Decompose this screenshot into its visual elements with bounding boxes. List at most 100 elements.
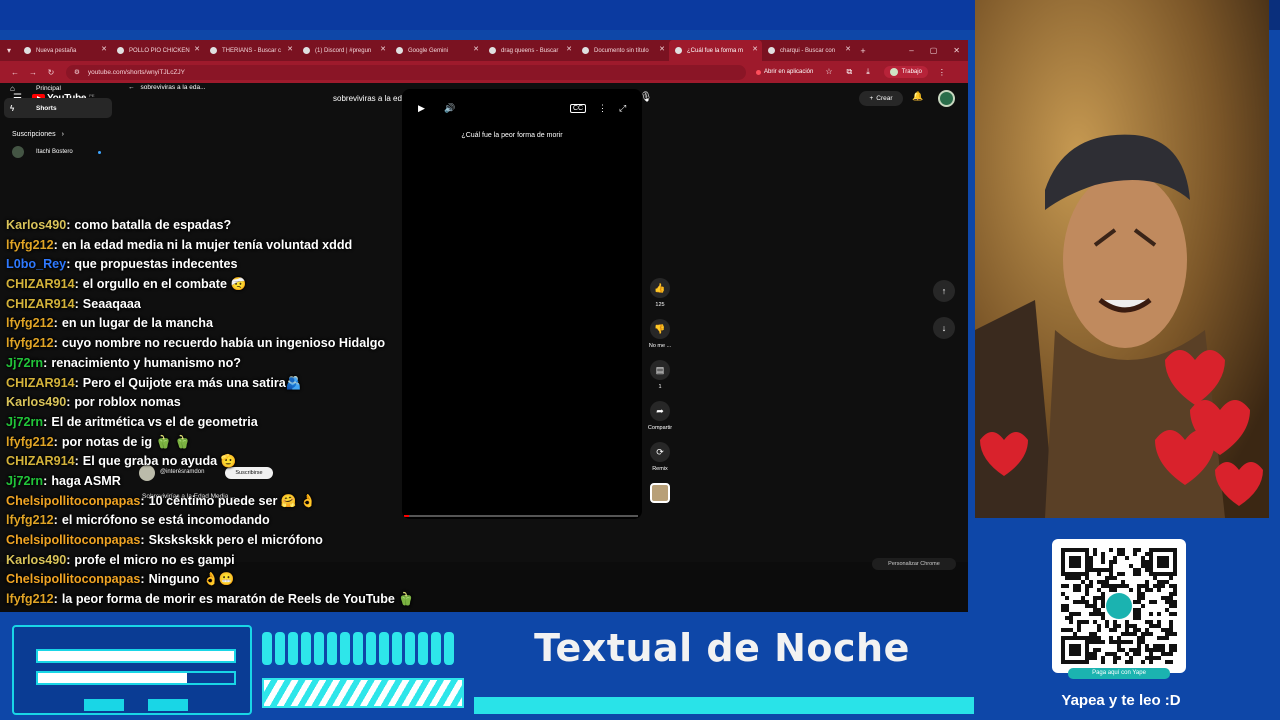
overlay-pill — [379, 632, 389, 665]
comments-button[interactable]: ▤ 1 — [640, 360, 680, 391]
share-label: Compartir — [647, 425, 673, 431]
stream-title: Textual de Noche — [534, 626, 910, 670]
chat-text: haga ASMR — [51, 473, 121, 488]
share-button[interactable]: ➦ Compartir — [640, 401, 680, 432]
minimize-icon[interactable]: – — [909, 46, 913, 55]
chat-separator: : — [66, 257, 71, 272]
browser-tab[interactable]: Documento sin título ✕ — [576, 40, 669, 61]
webcam-feed — [975, 0, 1269, 518]
back-arrow-icon[interactable]: ← — [6, 68, 24, 77]
browser-tab[interactable]: drag queens - Buscar ✕ — [483, 40, 576, 61]
chat-text: el orgullo en el combate 🤕 — [82, 277, 247, 292]
browser-tab[interactable]: POLLO PIO CHICKEN ✕ — [111, 40, 204, 61]
tab-search-icon[interactable]: ▾ — [0, 46, 18, 55]
chat-username: lfyfg212 — [6, 237, 54, 252]
tab-label: Nueva pestaña — [36, 47, 77, 54]
chat-message: Karlos490: profe el micro no es gampi — [6, 551, 566, 571]
close-tab-icon[interactable]: ✕ — [287, 45, 293, 53]
maximize-icon[interactable]: ▢ — [930, 46, 938, 55]
chat-text: la peor forma de morir es maratón de Ree… — [61, 592, 415, 607]
fullscreen-icon[interactable]: ⤢ — [619, 103, 626, 114]
chat-message: lfyfg212: cuyo nombre no recuerdo había u… — [6, 334, 566, 354]
play-icon[interactable]: ▶ — [418, 103, 425, 114]
channel-avatar — [12, 146, 24, 158]
close-tab-icon[interactable]: ✕ — [752, 45, 758, 53]
site-info-icon[interactable]: ⚙ — [74, 68, 80, 76]
back-to-search-link[interactable]: ← sobreviviras a la eda... — [128, 84, 206, 91]
overlay-pill — [314, 632, 324, 665]
volume-icon[interactable]: 🔊 — [444, 103, 455, 114]
overlay-pill — [353, 632, 363, 665]
chat-text: en la edad media ni la mujer tenía volun… — [61, 237, 353, 252]
chat-separator: : — [74, 277, 79, 292]
sound-thumbnail-image — [650, 483, 670, 503]
chat-separator: : — [53, 513, 58, 528]
captions-icon[interactable]: CC — [570, 104, 587, 113]
overlay-pill-row — [262, 632, 454, 665]
top-frame-stripe — [0, 0, 975, 30]
webcam-image — [975, 0, 1269, 518]
sidebar-item-principal[interactable]: ⌂ Principal — [4, 78, 112, 98]
chat-separator: : — [53, 336, 58, 351]
chat-message: CHIZAR914: Pero el Quijote era más una sa… — [6, 374, 566, 394]
overlay-pill — [444, 632, 454, 665]
next-short-arrow-icon[interactable]: ↓ — [933, 317, 955, 339]
chat-username: Karlos490 — [6, 552, 67, 567]
browser-tab[interactable]: THERIANS - Buscar c ✕ — [204, 40, 297, 61]
create-button[interactable]: + Crear — [859, 91, 903, 106]
tab-label: ¿Cuál fue la forma m — [687, 47, 744, 54]
download-icon[interactable]: ⤓ — [866, 67, 870, 77]
close-tab-icon[interactable]: ✕ — [101, 45, 107, 53]
bookmark-star-icon[interactable]: ☆ — [825, 67, 832, 77]
user-avatar[interactable] — [938, 90, 955, 107]
browser-tab[interactable]: (1) Discord | #pregun ✕ — [297, 40, 390, 61]
tab-strip: ▾ Nueva pestaña ✕ POLLO PIO CHICKEN ✕ THERIA… — [0, 40, 968, 61]
browser-tab[interactable]: ¿Cuál fue la forma m ✕ — [669, 40, 762, 61]
sidebar-item-shorts[interactable]: ϟ Shorts — [4, 98, 112, 118]
browser-tab[interactable]: Nueva pestaña ✕ — [18, 40, 111, 61]
overlay-meter-fill — [38, 673, 187, 683]
browser-menu-icon[interactable]: ⋮ — [938, 68, 946, 77]
dislike-label: No me ... — [648, 343, 672, 349]
tab-label: THERIANS - Buscar c — [222, 47, 282, 54]
subscriptions-header[interactable]: Suscripciones › — [12, 131, 112, 138]
more-options-icon[interactable]: ⋮ — [598, 103, 607, 114]
chat-text: cuyo nombre no recuerdo había un ingenio… — [61, 336, 386, 351]
subscription-item[interactable]: Itachi Bostero — [4, 142, 112, 162]
chat-text: Pero el Quijote era más una satira🫂 — [82, 375, 302, 390]
extensions-icon[interactable]: ⧉ — [847, 67, 853, 77]
new-tab-icon[interactable]: + — [855, 46, 871, 56]
browser-tab[interactable]: Google Gemini ✕ — [390, 40, 483, 61]
youtube-sidebar: ⌂ Principal ϟ Shorts Suscripciones › Ita… — [4, 78, 112, 162]
url-field[interactable]: ⚙ youtube.com/shorts/wnyiTJLcZJY — [66, 64, 746, 80]
close-tab-icon[interactable]: ✕ — [380, 45, 386, 53]
chat-username: Chelsipollitoconpapas — [6, 533, 141, 547]
close-tab-icon[interactable]: ✕ — [845, 45, 851, 53]
close-tab-icon[interactable]: ✕ — [659, 45, 665, 53]
close-tab-icon[interactable]: ✕ — [566, 45, 572, 53]
sidebar-item-label: Shorts — [36, 104, 57, 112]
forward-arrow-icon[interactable]: → — [24, 68, 42, 77]
sound-thumbnail[interactable] — [640, 483, 680, 503]
close-tab-icon[interactable]: ✕ — [473, 45, 479, 53]
reload-icon[interactable]: ↻ — [42, 68, 60, 77]
close-tab-icon[interactable]: ✕ — [194, 45, 200, 53]
browser-tab[interactable]: charqui - Buscar con ✕ — [762, 40, 855, 61]
tab-label: Google Gemini — [408, 47, 449, 54]
overlay-pill — [418, 632, 428, 665]
remix-button[interactable]: ⟳ Remix — [640, 442, 680, 473]
profile-button[interactable]: Trabajo — [883, 66, 928, 78]
open-in-app-button[interactable]: Abrir en aplicación — [756, 69, 813, 75]
personalize-chrome-button[interactable]: Personalizar Chrome — [872, 558, 956, 570]
dislike-button[interactable]: 👎 No me ... — [640, 319, 680, 350]
chat-text: el micrófono se está incomodando — [61, 513, 270, 528]
like-button[interactable]: 👍 125 — [640, 278, 680, 309]
notifications-bell-icon[interactable]: 🔔 — [912, 91, 923, 102]
previous-short-arrow-icon[interactable]: ↑ — [933, 280, 955, 302]
overlay-pill — [366, 632, 376, 665]
tab-favicon-icon — [24, 47, 31, 54]
tab-label: (1) Discord | #pregun — [315, 47, 372, 54]
close-window-icon[interactable]: ✕ — [953, 46, 960, 55]
tab-favicon-icon — [489, 47, 496, 54]
chat-message: Jj72rn: haga ASMR — [6, 472, 566, 492]
